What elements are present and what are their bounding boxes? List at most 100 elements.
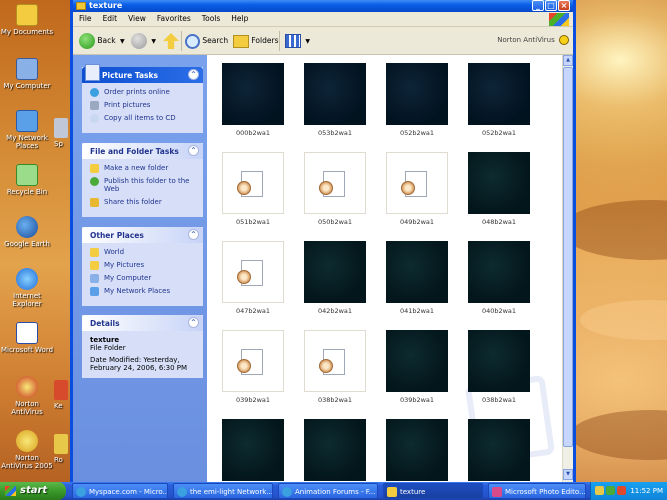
scroll-thumb[interactable] — [563, 67, 573, 447]
task-label: Make a new folder — [104, 164, 169, 172]
my-pictures-icon — [90, 261, 99, 270]
menu-tools[interactable]: Tools — [196, 12, 225, 23]
details-type: File Folder — [90, 344, 126, 352]
tray-network-icon[interactable] — [606, 486, 615, 495]
collapse-icon[interactable]: ^ — [188, 69, 199, 80]
texture-preview — [222, 63, 284, 125]
desktop-icon-microsoft-word[interactable]: Microsoft Word — [0, 322, 54, 354]
collapse-icon[interactable]: ^ — [188, 145, 199, 156]
file-thumbnail[interactable]: 038b2wa1 — [466, 330, 530, 412]
file-thumbnail[interactable]: 042b2wa1 — [302, 241, 366, 323]
menu-edit[interactable]: Edit — [97, 12, 123, 23]
collapse-icon[interactable]: ^ — [188, 317, 199, 328]
desktop-icon-norton-antivirus-2005[interactable]: Norton AntiVirus 2005 — [0, 430, 54, 470]
close-button[interactable]: × — [558, 0, 570, 11]
file-thumbnail[interactable] — [220, 419, 284, 482]
forward-button[interactable]: ▼ — [131, 32, 156, 50]
image-file-icon — [222, 241, 284, 303]
taskbar-button-emi-light[interactable]: the emi-light Network... — [173, 483, 273, 499]
picture-badge — [237, 181, 251, 195]
task-make-new-folder[interactable]: Make a new folder — [90, 164, 197, 173]
file-thumbnail[interactable]: 051b2wa1 — [220, 152, 284, 234]
task-share-folder[interactable]: Share this folder — [90, 198, 197, 207]
taskbar-button-animation-forums[interactable]: Animation Forums - F... — [278, 483, 378, 499]
file-folder-tasks-panel: File and Folder Tasks ^ Make a new folde… — [82, 143, 203, 217]
place-my-pictures[interactable]: My Pictures — [90, 261, 197, 270]
file-thumbnail[interactable]: 000b2wa1 — [220, 63, 284, 145]
place-label: My Network Places — [104, 287, 171, 295]
file-thumbnail[interactable]: 053b2wa1 — [302, 63, 366, 145]
folders-button[interactable]: Folders — [233, 32, 278, 50]
tray-antivirus-icon[interactable] — [617, 486, 626, 495]
file-thumbnail[interactable]: 039b2wa1 — [384, 330, 448, 412]
file-thumbnail[interactable]: 048b2wa1 — [466, 152, 530, 234]
menu-favorites[interactable]: Favorites — [151, 12, 196, 23]
desktop-icon-google-earth[interactable]: Google Earth — [0, 216, 54, 248]
file-thumbnail[interactable] — [466, 419, 530, 482]
file-thumbnail[interactable]: 041b2wa1 — [384, 241, 448, 323]
desktop-icon-recycle-bin[interactable]: Recycle Bin — [0, 164, 54, 196]
picture-tasks-header[interactable]: Picture Tasks ^ — [82, 64, 203, 83]
file-name: 053b2wa1 — [317, 129, 353, 137]
back-arrow-icon — [79, 33, 95, 49]
google-earth-icon — [16, 216, 38, 238]
menu-view[interactable]: View — [122, 12, 151, 23]
up-folder-button[interactable] — [163, 32, 179, 50]
task-print-pictures[interactable]: Print pictures — [90, 101, 197, 110]
desktop-icon-my-network-places[interactable]: My Network Places — [0, 110, 54, 150]
file-thumbnail[interactable]: 040b2wa1 — [466, 241, 530, 323]
folder-icon — [387, 487, 397, 497]
image-file-icon — [304, 152, 366, 214]
back-button[interactable]: Back ▼ — [79, 32, 125, 50]
file-thumbnail[interactable] — [384, 419, 448, 482]
title-bar[interactable]: texture _ □ × — [73, 0, 573, 12]
file-thumbnail[interactable]: 038b2wa1 — [302, 330, 366, 412]
start-button[interactable]: start — [0, 482, 66, 500]
norton-antivirus-toolbar[interactable]: Norton AntiVirus — [497, 35, 569, 45]
file-thumbnail[interactable]: 050b2wa1 — [302, 152, 366, 234]
task-publish-web[interactable]: Publish this folder to the Web — [90, 177, 197, 193]
views-button[interactable]: ▼ — [285, 32, 310, 50]
place-world[interactable]: World — [90, 248, 197, 257]
vertical-scrollbar[interactable]: ▲ ▼ — [562, 55, 573, 482]
menu-file[interactable]: File — [73, 12, 97, 23]
taskbar-button-photo-editor[interactable]: Microsoft Photo Edito... — [488, 483, 586, 499]
file-thumbnail[interactable]: 047b2wa1 — [220, 241, 284, 323]
collapse-icon[interactable]: ^ — [188, 229, 199, 240]
taskbar-button-texture[interactable]: texture — [383, 483, 483, 499]
details-header[interactable]: Details ^ — [82, 315, 203, 331]
maximize-button[interactable]: □ — [545, 0, 557, 11]
file-thumbnail[interactable]: 049b2wa1 — [384, 152, 448, 234]
details-name: texture — [90, 336, 120, 344]
windows-flag-icon — [5, 486, 16, 496]
norton-shield-icon — [559, 35, 569, 45]
file-folder-tasks-header[interactable]: File and Folder Tasks ^ — [82, 143, 203, 159]
scroll-down-arrow-icon[interactable]: ▼ — [563, 469, 573, 480]
desktop-icon-norton-antivirus[interactable]: Norton AntiVirus — [0, 376, 54, 416]
new-folder-icon — [90, 164, 99, 173]
clock[interactable]: 11:52 PM — [630, 482, 663, 500]
file-thumbnail[interactable]: 039b2wa1 — [220, 330, 284, 412]
place-my-computer[interactable]: My Computer — [90, 274, 197, 283]
cd-icon — [90, 114, 99, 123]
file-thumbnail[interactable]: 052b2wa1 — [384, 63, 448, 145]
folders-label: Folders — [251, 36, 279, 45]
menu-help[interactable]: Help — [225, 12, 253, 23]
file-thumbnail[interactable]: 052b2wa1 — [466, 63, 530, 145]
desktop-icon-my-documents[interactable]: My Documents — [0, 4, 54, 36]
other-places-header[interactable]: Other Places ^ — [82, 227, 203, 243]
scroll-up-arrow-icon[interactable]: ▲ — [563, 55, 573, 66]
minimize-button[interactable]: _ — [532, 0, 544, 11]
search-button[interactable]: Search — [185, 32, 228, 50]
file-thumbnail[interactable] — [302, 419, 366, 482]
web-publish-icon — [90, 177, 99, 186]
chevron-down-icon: ▼ — [120, 38, 125, 45]
desktop-icon-label: Ro — [54, 456, 63, 464]
place-my-network-places[interactable]: My Network Places — [90, 287, 197, 296]
task-copy-to-cd[interactable]: Copy all items to CD — [90, 114, 197, 123]
tray-norton-icon[interactable] — [595, 486, 604, 495]
task-order-prints[interactable]: Order prints online — [90, 88, 197, 97]
desktop-icon-my-computer[interactable]: My Computer — [0, 58, 54, 90]
desktop-icon-internet-explorer[interactable]: Internet Explorer — [0, 268, 54, 308]
taskbar-button-myspace[interactable]: Myspace.com - Micro... — [72, 483, 168, 499]
